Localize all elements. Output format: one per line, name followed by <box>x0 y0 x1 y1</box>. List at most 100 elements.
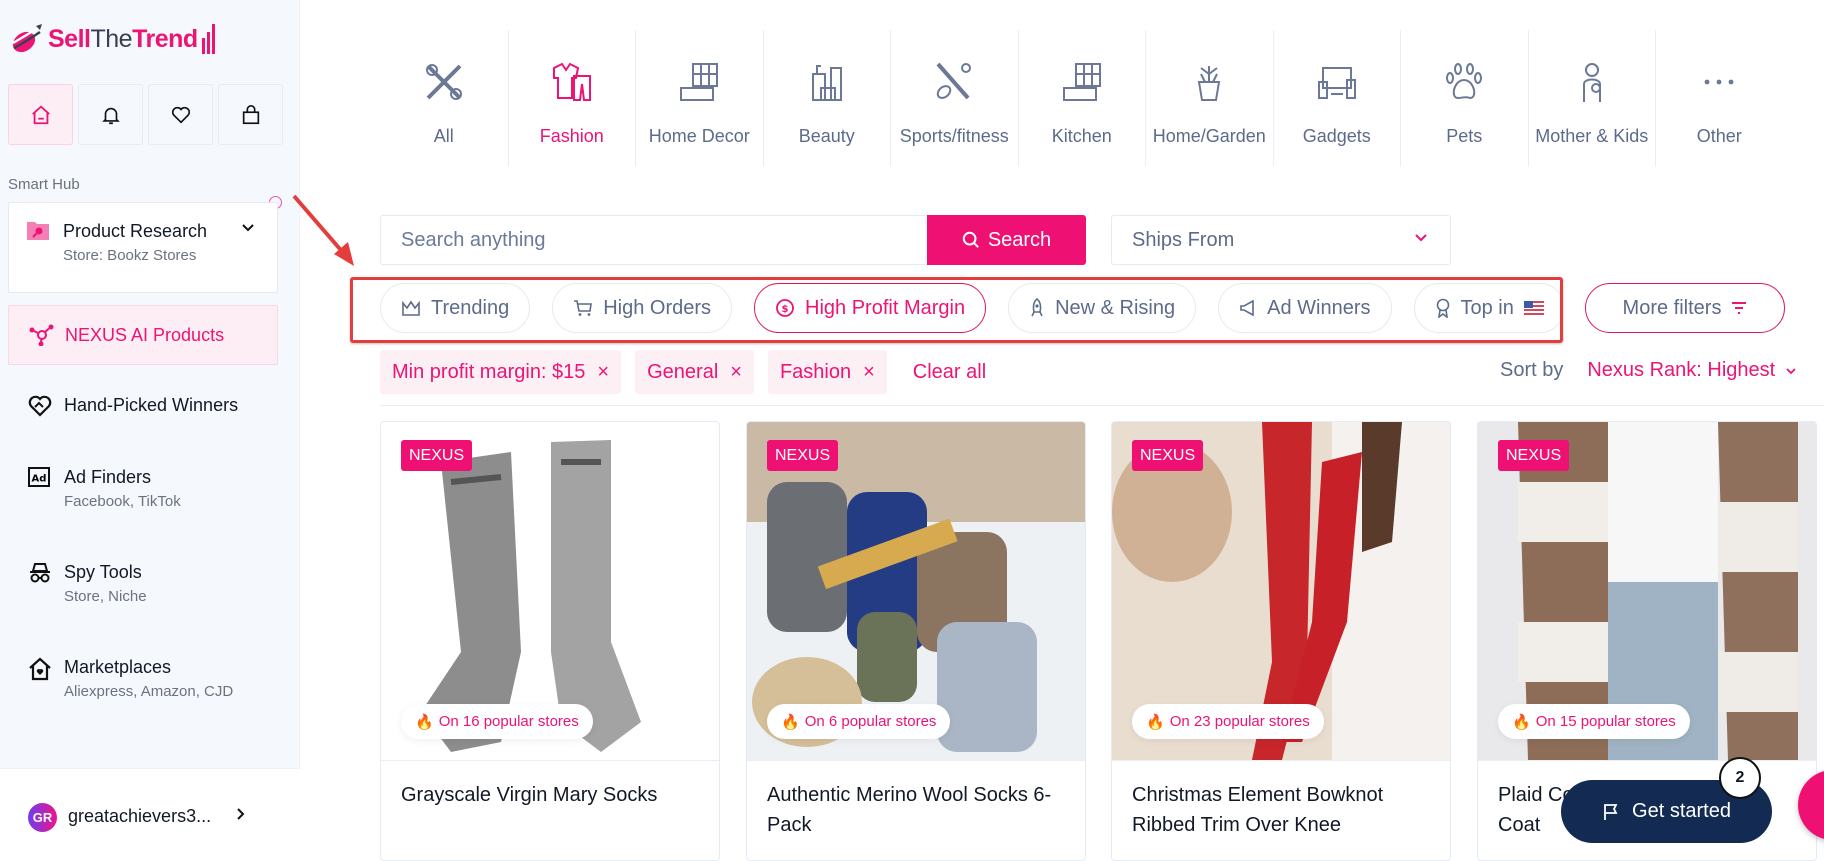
product-card[interactable]: NEXUS 🔥 On 16 popular stores Grayscale Vi… <box>380 421 720 861</box>
sidebar-item-ad-finders[interactable]: Ad Ad Finders Facebook, TikTok <box>8 467 278 517</box>
home-button[interactable] <box>8 84 73 145</box>
category-label: Fashion <box>539 126 604 146</box>
tools-icon <box>425 64 462 100</box>
user-account-menu[interactable]: GR greatachievers3... <box>0 768 300 843</box>
category-mother-kids[interactable]: Mother & Kids <box>1527 30 1656 166</box>
sidebar-item-marketplaces[interactable]: Marketplaces Aliexpress, Amazon, CJD <box>8 657 278 707</box>
sort-label: Sort by <box>1500 359 1564 381</box>
get-started-count-badge: 2 <box>1719 757 1761 799</box>
more-filters-button[interactable]: More filters <box>1585 283 1785 333</box>
search-input[interactable] <box>381 216 928 264</box>
category-sports-fitness[interactable]: Sports/fitness <box>890 30 1018 166</box>
more-filters-label: More filters <box>1622 296 1722 319</box>
mother-child-icon <box>1582 63 1601 102</box>
active-filter-chip[interactable]: General × <box>635 350 754 394</box>
close-icon[interactable]: × <box>863 361 875 384</box>
chip-label: Trending <box>431 296 510 319</box>
kitchen-icon <box>1062 63 1101 101</box>
category-label: Mother & Kids <box>1535 126 1649 146</box>
chip-label: Ad Winners <box>1267 296 1371 319</box>
filter-chip-high-profit-margin[interactable]: $ High Profit Margin <box>754 283 987 333</box>
nexus-badge: NEXUS <box>401 440 473 471</box>
cosmetics-icon <box>811 65 842 101</box>
product-research-title: Product Research <box>63 221 208 241</box>
card-divider <box>381 760 719 761</box>
sidebar-item-hand-picked-winners[interactable]: Hand-Picked Winners <box>8 395 278 425</box>
category-beauty[interactable]: Beauty <box>762 30 891 166</box>
category-fashion[interactable]: Fashion <box>507 30 636 166</box>
more-dots-icon <box>1704 79 1734 85</box>
chevron-down-icon <box>1415 234 1427 242</box>
divider <box>380 405 1824 406</box>
category-kitchen[interactable]: Kitchen <box>1017 30 1146 166</box>
sidebar-item-sub: Store, Niche <box>64 588 147 605</box>
folder-search-icon <box>27 222 49 240</box>
brand-name: SellTheTrend <box>48 24 198 53</box>
cart-button[interactable] <box>218 84 283 145</box>
clear-all-link[interactable]: Clear all <box>913 361 986 384</box>
ships-from-select[interactable]: Ships From <box>1111 215 1451 265</box>
category-all[interactable]: All <box>380 30 508 166</box>
filter-icon <box>1732 302 1747 314</box>
filter-chip-top-in-country[interactable]: Top in <box>1413 283 1560 333</box>
flame-icon: 🔥 <box>1512 713 1531 731</box>
us-flag-icon <box>1523 301 1544 315</box>
popular-stores-badge: 🔥 On 23 popular stores <box>1132 704 1324 739</box>
sidebar-item-spy-tools[interactable]: Spy Tools Store, Niche <box>8 562 278 612</box>
close-icon[interactable]: × <box>597 361 609 384</box>
search-button[interactable]: Search <box>927 215 1086 265</box>
active-filter-chip[interactable]: Min profit margin: $15 × <box>380 350 622 394</box>
category-label: Home/Garden <box>1152 126 1266 146</box>
active-filter-label: Fashion <box>779 360 852 383</box>
search-field-wrapper <box>380 215 928 265</box>
rocket-icon <box>1031 298 1043 317</box>
ad-icon: Ad <box>28 467 50 487</box>
quick-filter-chips: Trending High Orders $ High Profit Margi… <box>380 283 1560 333</box>
shopping-bag-icon <box>242 104 259 124</box>
product-card[interactable]: NEXUS 🔥 On 23 popular stores Christmas El… <box>1111 421 1451 861</box>
heart-icon <box>171 106 190 124</box>
search-button-label: Search <box>987 228 1052 251</box>
category-pets[interactable]: Pets <box>1400 30 1528 166</box>
filter-chip-ad-winners[interactable]: Ad Winners <box>1218 283 1392 333</box>
active-filter-chip[interactable]: Fashion × <box>767 350 887 394</box>
nexus-network-icon <box>29 324 54 346</box>
flag-icon <box>1604 803 1618 820</box>
logo-icon <box>12 24 42 53</box>
active-filter-label: General <box>647 360 719 383</box>
active-filters: Min profit margin: $15 × General × Fashion… <box>380 350 986 394</box>
quick-actions <box>8 84 283 145</box>
notifications-button[interactable] <box>78 84 143 145</box>
brand-logo[interactable]: SellTheTrend <box>10 22 216 56</box>
sort-select[interactable]: Nexus Rank: Highest <box>1587 359 1797 382</box>
sports-icon <box>936 62 972 100</box>
sidebar-item-label: NEXUS AI Products <box>65 325 225 345</box>
sidebar-item-label: Hand-Picked Winners <box>64 395 239 415</box>
flame-icon: 🔥 <box>415 713 434 731</box>
filter-chip-new-rising[interactable]: New & Rising <box>1008 283 1197 333</box>
category-other[interactable]: Other <box>1655 30 1783 166</box>
filter-chip-high-orders[interactable]: High Orders <box>552 283 733 333</box>
sidebar-item-nexus-ai-products[interactable]: NEXUS AI Products <box>8 305 278 365</box>
active-filter-label: Min profit margin: $15 <box>392 360 586 383</box>
ships-from-label: Ships From <box>1132 229 1235 251</box>
favorites-button[interactable] <box>148 84 213 145</box>
category-home-garden[interactable]: Home/Garden <box>1145 30 1273 166</box>
category-label: Sports/fitness <box>899 126 1009 146</box>
close-icon[interactable]: × <box>730 361 742 384</box>
product-research-dropdown[interactable]: Product Research Store: Bookz Stores <box>8 202 278 293</box>
paw-icon <box>1446 63 1483 100</box>
category-home-decor[interactable]: Home Decor <box>635 30 763 166</box>
chip-label: New & Rising <box>1055 296 1176 319</box>
crown-icon <box>402 300 420 316</box>
product-card[interactable]: NEXUS 🔥 On 6 popular stores Authentic Mer… <box>746 421 1086 861</box>
logo-bars-icon <box>201 24 215 54</box>
chevron-down-icon <box>242 224 254 232</box>
sidebar-item-sub: Facebook, TikTok <box>64 493 181 510</box>
heart-handshake-icon <box>28 395 52 417</box>
filter-chip-trending[interactable]: Trending <box>380 283 531 333</box>
category-gadgets[interactable]: Gadgets <box>1272 30 1401 166</box>
flame-icon: 🔥 <box>1146 713 1165 731</box>
home-icon <box>31 105 50 124</box>
category-bar: All Fashion Home Decor Beauty Sports/fit… <box>380 30 1783 166</box>
